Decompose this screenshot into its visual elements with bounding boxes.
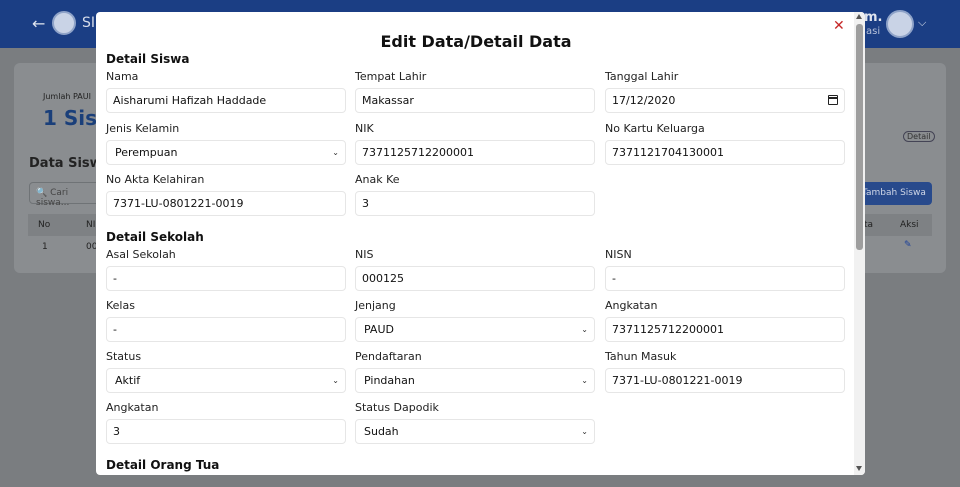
field-nik: NIK 7371125712200001 bbox=[355, 122, 595, 165]
tempat-lahir-input[interactable]: Makassar bbox=[355, 88, 595, 113]
angkatan-2-input[interactable]: 3 bbox=[106, 419, 346, 444]
field-tanggal-lahir: Tanggal Lahir 17/12/2020 bbox=[605, 70, 845, 113]
field-status: Status Aktif ⌄ bbox=[106, 350, 346, 393]
nis-input[interactable]: 000125 bbox=[355, 266, 595, 291]
field-angkatan-2: Angkatan 3 bbox=[106, 401, 346, 444]
field-jenis-kelamin: Jenis Kelamin Perempuan ⌄ bbox=[106, 122, 346, 165]
asal-sekolah-input[interactable]: - bbox=[106, 266, 346, 291]
angkatan-input[interactable]: 7371125712200001 bbox=[605, 317, 845, 342]
nisn-input[interactable]: - bbox=[605, 266, 845, 291]
tanggal-lahir-value: 17/12/2020 bbox=[612, 94, 676, 107]
chevron-down-icon[interactable]: ⌵ bbox=[918, 16, 926, 30]
field-label: NIS bbox=[355, 248, 374, 261]
field-label: Pendaftaran bbox=[355, 350, 422, 363]
status-select[interactable]: Aktif ⌄ bbox=[106, 368, 346, 393]
field-label: No Akta Kelahiran bbox=[106, 173, 205, 186]
field-no-kk: No Kartu Keluarga 7371121704130001 bbox=[605, 122, 845, 165]
column-header: Aksi bbox=[900, 220, 919, 230]
field-no-akta: No Akta Kelahiran 7371-LU-0801221-0019 bbox=[106, 173, 346, 216]
field-nis: NIS 000125 bbox=[355, 248, 595, 291]
field-asal-sekolah: Asal Sekolah - bbox=[106, 248, 346, 291]
field-pendaftaran: Pendaftaran Pindahan ⌄ bbox=[355, 350, 595, 393]
detail-badge[interactable]: Detail bbox=[903, 131, 935, 142]
field-kelas: Kelas - bbox=[106, 299, 346, 342]
field-label: Tahun Masuk bbox=[605, 350, 677, 363]
field-label: No Kartu Keluarga bbox=[605, 122, 705, 135]
field-label: NIK bbox=[355, 122, 374, 135]
field-label: Nama bbox=[106, 70, 139, 83]
scroll-up-arrow-icon[interactable] bbox=[856, 14, 862, 19]
field-label: Status Dapodik bbox=[355, 401, 439, 414]
status-value: Aktif bbox=[115, 374, 141, 387]
chevron-down-icon: ⌄ bbox=[332, 148, 339, 157]
table-cell: 1 bbox=[42, 242, 48, 252]
nama-input[interactable]: Aisharumi Hafizah Haddade bbox=[106, 88, 346, 113]
field-label: Jenjang bbox=[355, 299, 396, 312]
no-akta-input[interactable]: 7371-LU-0801221-0019 bbox=[106, 191, 346, 216]
avatar[interactable] bbox=[886, 10, 914, 38]
field-tempat-lahir: Tempat Lahir Makassar bbox=[355, 70, 595, 113]
field-status-dapodik: Status Dapodik Sudah ⌄ bbox=[355, 401, 595, 444]
field-label: NISN bbox=[605, 248, 632, 261]
chevron-down-icon: ⌄ bbox=[581, 325, 588, 334]
scroll-thumb[interactable] bbox=[856, 24, 863, 250]
field-angkatan: Angkatan 7371125712200001 bbox=[605, 299, 845, 342]
edit-icon[interactable]: ✎ bbox=[904, 240, 912, 250]
column-header: ta bbox=[864, 220, 874, 230]
no-kk-input[interactable]: 7371121704130001 bbox=[605, 140, 845, 165]
section-detail-orang-tua: Detail Orang Tua bbox=[106, 458, 220, 472]
field-nisn: NISN - bbox=[605, 248, 845, 291]
search-placeholder: Cari siswa... bbox=[36, 188, 70, 208]
field-label: Tempat Lahir bbox=[355, 70, 427, 83]
field-label: Angkatan bbox=[106, 401, 159, 414]
jenis-kelamin-select[interactable]: Perempuan ⌄ bbox=[106, 140, 346, 165]
anak-ke-input[interactable]: 3 bbox=[355, 191, 595, 216]
jenjang-value: PAUD bbox=[364, 323, 394, 336]
pendaftaran-value: Pindahan bbox=[364, 374, 415, 387]
chevron-down-icon: ⌄ bbox=[581, 427, 588, 436]
column-header: No bbox=[38, 220, 51, 230]
kelas-input[interactable]: - bbox=[106, 317, 346, 342]
add-student-button[interactable]: Tambah Siswa bbox=[858, 182, 932, 205]
jenis-kelamin-value: Perempuan bbox=[115, 146, 178, 159]
chevron-down-icon: ⌄ bbox=[581, 376, 588, 385]
field-label: Asal Sekolah bbox=[106, 248, 176, 261]
field-anak-ke: Anak Ke 3 bbox=[355, 173, 595, 216]
jenjang-select[interactable]: PAUD ⌄ bbox=[355, 317, 595, 342]
close-icon[interactable]: ✕ bbox=[833, 18, 845, 34]
field-label: Jenis Kelamin bbox=[106, 122, 180, 135]
field-label: Tanggal Lahir bbox=[605, 70, 679, 83]
field-jenjang: Jenjang PAUD ⌄ bbox=[355, 299, 595, 342]
status-dapodik-value: Sudah bbox=[364, 425, 399, 438]
status-dapodik-select[interactable]: Sudah ⌄ bbox=[355, 419, 595, 444]
app-brand: SI bbox=[82, 15, 96, 31]
modal-title: Edit Data/Detail Data bbox=[380, 32, 572, 51]
field-label: Kelas bbox=[106, 299, 135, 312]
section-detail-siswa: Detail Siswa bbox=[106, 52, 190, 66]
stat-label: Jumlah PAUI bbox=[43, 92, 91, 101]
scroll-down-arrow-icon[interactable] bbox=[856, 466, 862, 471]
user-role: asi bbox=[866, 26, 881, 37]
search-input[interactable]: 🔍 Cari siswa... bbox=[29, 182, 101, 208]
user-name: m. bbox=[864, 10, 883, 25]
field-label: Angkatan bbox=[605, 299, 658, 312]
back-arrow-icon[interactable]: ← bbox=[32, 14, 45, 33]
edit-data-modal: Edit Data/Detail Data ✕ Detail Siswa Nam… bbox=[96, 12, 865, 475]
pendaftaran-select[interactable]: Pindahan ⌄ bbox=[355, 368, 595, 393]
calendar-icon[interactable] bbox=[828, 95, 838, 105]
school-logo-icon bbox=[52, 11, 76, 35]
field-label: Anak Ke bbox=[355, 173, 400, 186]
modal-scrollbar[interactable] bbox=[854, 12, 865, 475]
tanggal-lahir-input[interactable]: 17/12/2020 bbox=[605, 88, 845, 113]
section-detail-sekolah: Detail Sekolah bbox=[106, 230, 204, 244]
field-tahun-masuk: Tahun Masuk 7371-LU-0801221-0019 bbox=[605, 350, 845, 393]
tahun-masuk-input[interactable]: 7371-LU-0801221-0019 bbox=[605, 368, 845, 393]
field-label: Status bbox=[106, 350, 142, 363]
nik-input[interactable]: 7371125712200001 bbox=[355, 140, 595, 165]
chevron-down-icon: ⌄ bbox=[332, 376, 339, 385]
field-nama: Nama Aisharumi Hafizah Haddade bbox=[106, 70, 346, 113]
